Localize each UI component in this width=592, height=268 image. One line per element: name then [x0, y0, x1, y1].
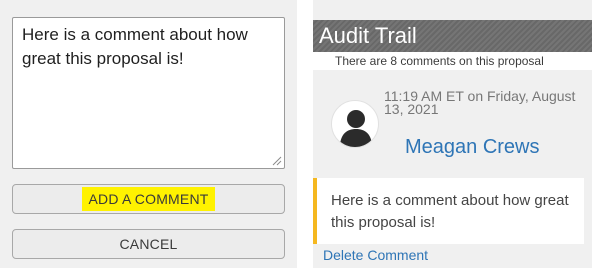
add-comment-button[interactable]: ADD A COMMENT: [12, 184, 285, 214]
delete-comment-link[interactable]: Delete Comment: [323, 247, 428, 263]
comment-author[interactable]: Meagan Crews: [405, 136, 540, 159]
user-silhouette-icon: [331, 100, 379, 148]
audit-trail-header: Audit Trail: [313, 20, 592, 52]
audit-trail-title: Audit Trail: [319, 23, 417, 48]
comment-textarea[interactable]: Here is a comment about how great this p…: [12, 17, 285, 169]
comment-card: Here is a comment about how great this p…: [313, 178, 584, 244]
comment-form-panel: Here is a comment about how great this p…: [0, 0, 297, 268]
comment-count-text: There are 8 comments on this proposal: [335, 54, 544, 68]
comment-textarea-value: Here is a comment about how great this p…: [22, 25, 248, 68]
comment-card-text: Here is a comment about how great this p…: [331, 192, 569, 231]
resize-grip-icon[interactable]: [272, 156, 282, 166]
add-comment-button-label: ADD A COMMENT: [82, 187, 215, 211]
cancel-button[interactable]: CANCEL: [12, 229, 285, 259]
audit-trail-panel: Audit Trail There are 8 comments on this…: [313, 0, 592, 268]
comment-timestamp: 11:19 AM ET on Friday, August 13, 2021: [384, 88, 576, 117]
cancel-button-label: CANCEL: [119, 236, 178, 252]
comment-count-bar: There are 8 comments on this proposal: [313, 52, 592, 70]
